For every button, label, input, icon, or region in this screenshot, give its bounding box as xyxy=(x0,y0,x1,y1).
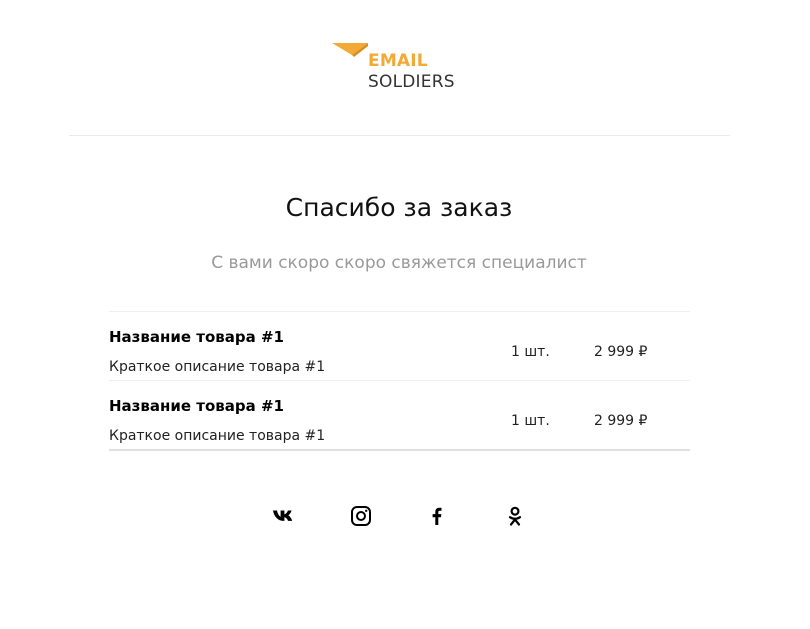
item-price: 2 999 ₽ xyxy=(594,413,648,429)
item-description: Краткое описание товара #1 xyxy=(109,359,326,375)
odnoklassniki-link[interactable] xyxy=(503,504,527,528)
vk-icon xyxy=(273,510,293,521)
item-name: Название товара #1 xyxy=(109,328,284,346)
facebook-icon xyxy=(432,507,442,525)
vk-link[interactable] xyxy=(272,504,296,528)
item-name: Название товара #1 xyxy=(109,397,284,415)
instagram-link[interactable] xyxy=(349,504,373,528)
email-soldiers-logo[interactable]: EMAIL SOLDIERS xyxy=(332,40,472,96)
order-item-row: Название товара #1 Краткое описание това… xyxy=(109,380,690,449)
logo-text-soldiers: SOLDIERS xyxy=(368,72,455,92)
page-title: Спасибо за заказ xyxy=(285,193,513,222)
item-price: 2 999 ₽ xyxy=(594,344,648,360)
item-description: Краткое описание товара #1 xyxy=(109,428,326,444)
order-item-row: Название товара #1 Краткое описание това… xyxy=(109,312,690,380)
odnoklassniki-icon xyxy=(508,506,522,526)
order-items-list: Название товара #1 Краткое описание това… xyxy=(109,311,690,451)
instagram-icon xyxy=(351,506,371,526)
page-subtitle: С вами скоро скоро свяжется специалист xyxy=(211,253,587,273)
item-quantity: 1 шт. xyxy=(511,344,550,360)
logo-chevron-icon xyxy=(332,43,368,57)
item-quantity: 1 шт. xyxy=(511,413,550,429)
header-divider xyxy=(69,135,730,136)
logo-text-email: EMAIL xyxy=(368,51,428,71)
facebook-link[interactable] xyxy=(425,504,449,528)
